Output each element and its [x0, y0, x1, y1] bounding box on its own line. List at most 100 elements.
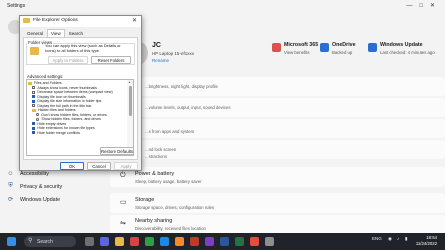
folder-views-description: You can apply this view (such as Details…: [45, 43, 121, 53]
scrollbar-thumb[interactable]: [128, 86, 132, 116]
card-title: Power & battery: [135, 171, 175, 177]
onedrive-icon: [320, 43, 329, 52]
card-power-battery[interactable]: ⏻ Power & battery Sleep, battery usage, …: [110, 167, 445, 187]
checkbox[interactable]: [32, 122, 36, 126]
scrollbar[interactable]: ▲ ▼: [127, 80, 133, 155]
file-explorer-options-dialog: File Explorer Options ✕ General View Sea…: [19, 15, 142, 171]
microsoft-365-icon: [272, 43, 281, 52]
dialog-titlebar[interactable]: File Explorer Options ✕: [20, 16, 141, 27]
profile-name: JC: [152, 42, 161, 49]
restore-defaults-button[interactable]: Restore Defaults: [100, 147, 134, 155]
checkbox[interactable]: [32, 90, 36, 94]
app-icon[interactable]: [175, 237, 184, 246]
card-title: Nearby sharing: [135, 218, 173, 224]
sidebar-item-privacy[interactable]: ⛨ Privacy & security: [6, 181, 100, 192]
card-subtitle: Sleep, battery usage, battery saver: [135, 179, 202, 184]
radio-button[interactable]: [36, 113, 40, 117]
card-nearby-sharing[interactable]: ⇋ Nearby sharing Discoverability, receiv…: [110, 215, 445, 233]
search-icon: ⚲: [28, 238, 33, 244]
tile-onedrive[interactable]: OneDrive Backed up: [320, 42, 356, 55]
task-view-icon[interactable]: [85, 237, 94, 246]
app-icon[interactable]: [145, 237, 154, 246]
file-explorer-icon[interactable]: [115, 237, 124, 246]
tile-microsoft-365[interactable]: Microsoft 365 View benefits: [272, 42, 318, 55]
advanced-setting-row[interactable]: Hide folder merge conflicts: [28, 131, 127, 136]
taskbar: ⚲ Search ENG ◉ ♪ ▮ 18:54 11/24/2022: [0, 233, 445, 250]
card-notifications[interactable]: ...s from apps and system: [110, 119, 445, 138]
checkbox[interactable]: [32, 131, 36, 135]
card-subtitle: ...s from apps and system: [145, 129, 195, 134]
checkbox[interactable]: [32, 86, 36, 90]
card-display[interactable]: ...brightness, night light, display prof…: [110, 77, 445, 96]
sidebar-item-label: Accessibility: [20, 170, 49, 177]
card-multitasking[interactable]: ...stractions: [110, 147, 445, 166]
search-label: Search: [37, 239, 53, 245]
app-icon[interactable]: [205, 237, 214, 246]
refresh-icon: ⟳: [7, 197, 14, 203]
device-model: HP Laptop 15-ef1xxx: [152, 51, 194, 56]
settings-gear-icon[interactable]: [265, 237, 274, 246]
card-subtitle: ...stractions: [145, 154, 167, 159]
taskbar-search[interactable]: ⚲ Search: [24, 236, 76, 247]
card-sound[interactable]: ...volume levels, output, input, sound d…: [110, 98, 445, 117]
sidebar-item-label: Privacy & security: [20, 183, 63, 190]
folder-icon: [30, 47, 39, 55]
cancel-button[interactable]: Cancel: [87, 162, 111, 170]
checkbox[interactable]: [32, 99, 36, 103]
window-controls[interactable]: —□✕: [406, 2, 442, 9]
card-subtitle: ...brightness, night light, display prof…: [145, 84, 218, 89]
close-icon[interactable]: ✕: [132, 17, 137, 24]
ok-button[interactable]: OK: [60, 162, 84, 170]
rename-link[interactable]: Rename: [152, 58, 169, 63]
word-icon[interactable]: [220, 237, 229, 246]
share-icon: ⇋: [120, 220, 126, 227]
battery-icon[interactable]: ▮: [405, 236, 407, 242]
dialog-tabs: General View Search: [23, 29, 87, 37]
apply-button[interactable]: Apply: [114, 162, 138, 170]
advanced-settings-items: Files and Folders Always show icons, neve…: [28, 81, 127, 135]
tray-lang[interactable]: ENG: [372, 236, 382, 241]
app-icon[interactable]: [130, 237, 139, 246]
reset-folders-button[interactable]: Reset Folders: [91, 56, 131, 64]
wifi-icon[interactable]: ◉: [388, 236, 392, 242]
folder-icon: [23, 18, 30, 23]
card-storage[interactable]: ▭ Storage Storage space, drives, configu…: [110, 193, 445, 213]
folder-icon: [28, 81, 32, 85]
advanced-settings-list[interactable]: Files and Folders Always show icons, neve…: [26, 79, 134, 156]
tile-subtitle: Last checked: 4 minutes ago: [380, 50, 435, 55]
card-title: Storage: [135, 197, 155, 203]
storage-icon: ▭: [120, 199, 127, 206]
dialog-title: File Explorer Options: [33, 18, 78, 23]
shield-icon: ⛨: [8, 183, 13, 189]
start-icon[interactable]: [7, 237, 16, 246]
tab-general[interactable]: General: [23, 29, 47, 37]
tab-search[interactable]: Search: [65, 29, 87, 37]
clock-date: 11/24/2022: [415, 240, 437, 246]
tile-subtitle: View benefits: [284, 50, 310, 55]
checkbox[interactable]: [32, 126, 36, 130]
checkbox[interactable]: [32, 95, 36, 99]
checkbox[interactable]: [32, 104, 36, 108]
advanced-setting-label: Hide folder merge conflicts: [37, 130, 80, 135]
edge-icon[interactable]: [160, 237, 169, 246]
app-icon[interactable]: [190, 237, 199, 246]
excel-icon[interactable]: [235, 237, 244, 246]
power-icon: ⏻: [120, 172, 126, 179]
settings-titlebar: Settings —□✕: [0, 0, 445, 12]
sidebar-item-windows-update[interactable]: ⟳ Windows Update: [6, 194, 100, 205]
tile-windows-update[interactable]: Windows Update Last checked: 4 minutes a…: [368, 42, 435, 55]
folder-icon: [32, 108, 36, 112]
person-icon: ☺: [7, 170, 14, 177]
volume-icon[interactable]: ♪: [397, 236, 399, 241]
windows-update-icon: [368, 43, 377, 52]
tile-subtitle: Backed up: [332, 50, 353, 55]
tile-title: OneDrive: [332, 42, 356, 48]
apply-to-folders-button[interactable]: Apply to Folders: [48, 56, 88, 64]
tile-title: Windows Update: [380, 42, 423, 48]
chat-icon[interactable]: [100, 237, 109, 246]
taskbar-clock[interactable]: 18:54 11/24/2022: [416, 235, 437, 246]
app-icon[interactable]: [250, 237, 259, 246]
scroll-up-icon[interactable]: ▲: [128, 80, 131, 84]
tab-view[interactable]: View: [47, 29, 65, 37]
radio-button[interactable]: [36, 117, 40, 121]
